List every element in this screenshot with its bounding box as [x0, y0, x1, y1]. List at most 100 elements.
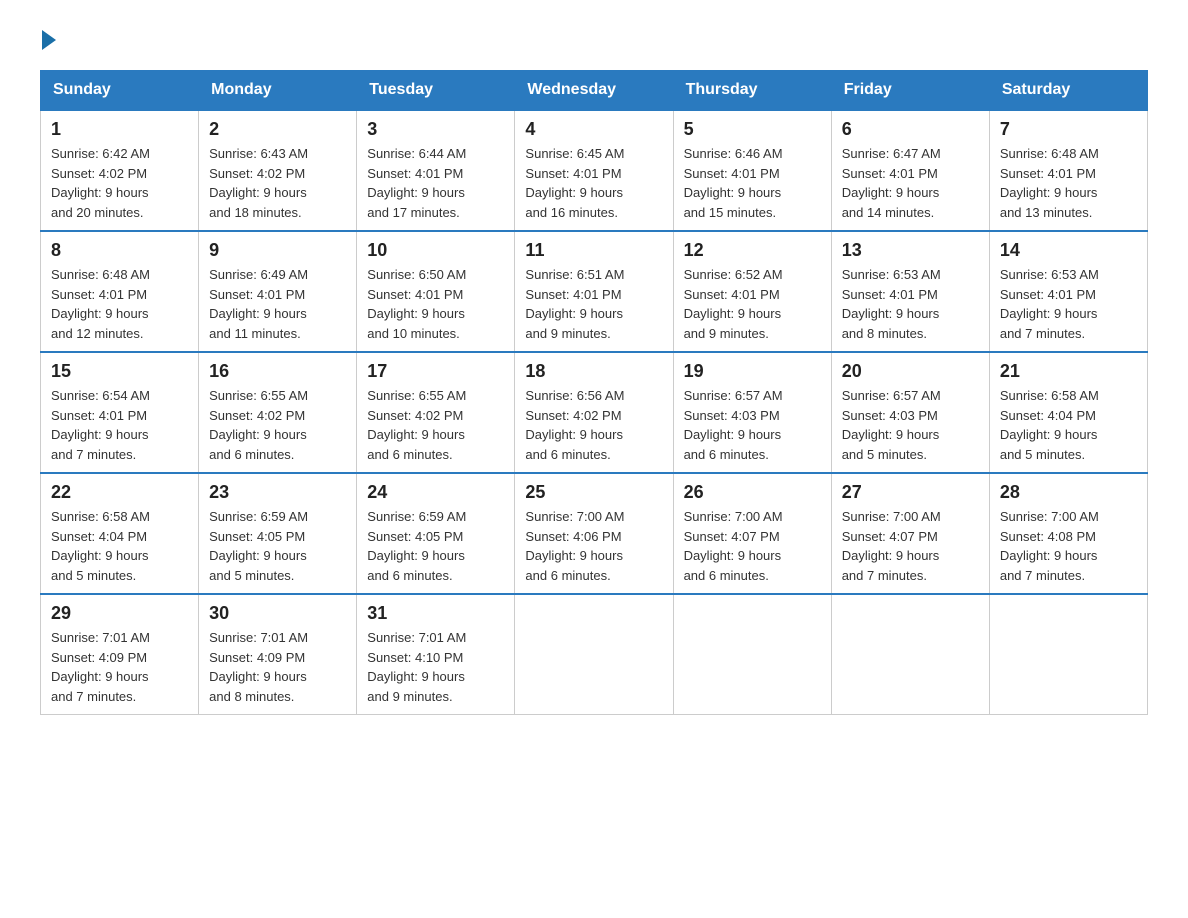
- day-info: Sunrise: 6:51 AM Sunset: 4:01 PM Dayligh…: [525, 265, 662, 343]
- day-info: Sunrise: 7:00 AM Sunset: 4:07 PM Dayligh…: [684, 507, 821, 585]
- day-number: 27: [842, 482, 979, 503]
- day-info: Sunrise: 7:01 AM Sunset: 4:10 PM Dayligh…: [367, 628, 504, 706]
- day-info: Sunrise: 6:48 AM Sunset: 4:01 PM Dayligh…: [1000, 144, 1137, 222]
- day-info: Sunrise: 7:00 AM Sunset: 4:07 PM Dayligh…: [842, 507, 979, 585]
- page-header: [40, 30, 1148, 50]
- day-header-wednesday: Wednesday: [515, 71, 673, 111]
- calendar-cell: 3 Sunrise: 6:44 AM Sunset: 4:01 PM Dayli…: [357, 110, 515, 231]
- day-header-saturday: Saturday: [989, 71, 1147, 111]
- day-header-sunday: Sunday: [41, 71, 199, 111]
- day-number: 21: [1000, 361, 1137, 382]
- day-number: 14: [1000, 240, 1137, 261]
- calendar-cell: 25 Sunrise: 7:00 AM Sunset: 4:06 PM Dayl…: [515, 473, 673, 594]
- day-number: 15: [51, 361, 188, 382]
- day-info: Sunrise: 6:44 AM Sunset: 4:01 PM Dayligh…: [367, 144, 504, 222]
- day-number: 20: [842, 361, 979, 382]
- calendar-cell: 13 Sunrise: 6:53 AM Sunset: 4:01 PM Dayl…: [831, 231, 989, 352]
- day-info: Sunrise: 6:43 AM Sunset: 4:02 PM Dayligh…: [209, 144, 346, 222]
- day-number: 29: [51, 603, 188, 624]
- day-number: 16: [209, 361, 346, 382]
- day-number: 28: [1000, 482, 1137, 503]
- calendar-week-1: 1 Sunrise: 6:42 AM Sunset: 4:02 PM Dayli…: [41, 110, 1148, 231]
- day-number: 10: [367, 240, 504, 261]
- calendar-cell: [989, 594, 1147, 715]
- day-number: 17: [367, 361, 504, 382]
- day-header-thursday: Thursday: [673, 71, 831, 111]
- calendar-week-2: 8 Sunrise: 6:48 AM Sunset: 4:01 PM Dayli…: [41, 231, 1148, 352]
- day-number: 24: [367, 482, 504, 503]
- calendar-week-4: 22 Sunrise: 6:58 AM Sunset: 4:04 PM Dayl…: [41, 473, 1148, 594]
- calendar-cell: 7 Sunrise: 6:48 AM Sunset: 4:01 PM Dayli…: [989, 110, 1147, 231]
- calendar-week-5: 29 Sunrise: 7:01 AM Sunset: 4:09 PM Dayl…: [41, 594, 1148, 715]
- day-info: Sunrise: 6:56 AM Sunset: 4:02 PM Dayligh…: [525, 386, 662, 464]
- calendar-cell: 26 Sunrise: 7:00 AM Sunset: 4:07 PM Dayl…: [673, 473, 831, 594]
- day-number: 26: [684, 482, 821, 503]
- day-number: 25: [525, 482, 662, 503]
- calendar-cell: 8 Sunrise: 6:48 AM Sunset: 4:01 PM Dayli…: [41, 231, 199, 352]
- day-number: 5: [684, 119, 821, 140]
- day-number: 4: [525, 119, 662, 140]
- day-number: 19: [684, 361, 821, 382]
- day-info: Sunrise: 6:47 AM Sunset: 4:01 PM Dayligh…: [842, 144, 979, 222]
- day-number: 30: [209, 603, 346, 624]
- day-header-friday: Friday: [831, 71, 989, 111]
- logo-arrow-icon: [42, 30, 56, 50]
- day-number: 31: [367, 603, 504, 624]
- calendar-cell: 14 Sunrise: 6:53 AM Sunset: 4:01 PM Dayl…: [989, 231, 1147, 352]
- calendar-header-row: SundayMondayTuesdayWednesdayThursdayFrid…: [41, 71, 1148, 111]
- calendar-cell: 17 Sunrise: 6:55 AM Sunset: 4:02 PM Dayl…: [357, 352, 515, 473]
- logo: [40, 30, 56, 50]
- day-info: Sunrise: 6:55 AM Sunset: 4:02 PM Dayligh…: [209, 386, 346, 464]
- day-info: Sunrise: 6:50 AM Sunset: 4:01 PM Dayligh…: [367, 265, 504, 343]
- day-info: Sunrise: 6:58 AM Sunset: 4:04 PM Dayligh…: [1000, 386, 1137, 464]
- calendar-cell: [673, 594, 831, 715]
- day-number: 7: [1000, 119, 1137, 140]
- calendar-cell: 1 Sunrise: 6:42 AM Sunset: 4:02 PM Dayli…: [41, 110, 199, 231]
- calendar-cell: 31 Sunrise: 7:01 AM Sunset: 4:10 PM Dayl…: [357, 594, 515, 715]
- day-info: Sunrise: 6:54 AM Sunset: 4:01 PM Dayligh…: [51, 386, 188, 464]
- day-info: Sunrise: 6:57 AM Sunset: 4:03 PM Dayligh…: [842, 386, 979, 464]
- calendar-cell: 6 Sunrise: 6:47 AM Sunset: 4:01 PM Dayli…: [831, 110, 989, 231]
- calendar-cell: 23 Sunrise: 6:59 AM Sunset: 4:05 PM Dayl…: [199, 473, 357, 594]
- calendar-cell: 24 Sunrise: 6:59 AM Sunset: 4:05 PM Dayl…: [357, 473, 515, 594]
- calendar-cell: [831, 594, 989, 715]
- day-info: Sunrise: 7:01 AM Sunset: 4:09 PM Dayligh…: [51, 628, 188, 706]
- day-info: Sunrise: 6:53 AM Sunset: 4:01 PM Dayligh…: [1000, 265, 1137, 343]
- day-number: 11: [525, 240, 662, 261]
- calendar-cell: 5 Sunrise: 6:46 AM Sunset: 4:01 PM Dayli…: [673, 110, 831, 231]
- day-info: Sunrise: 6:57 AM Sunset: 4:03 PM Dayligh…: [684, 386, 821, 464]
- calendar-cell: 21 Sunrise: 6:58 AM Sunset: 4:04 PM Dayl…: [989, 352, 1147, 473]
- calendar-cell: 16 Sunrise: 6:55 AM Sunset: 4:02 PM Dayl…: [199, 352, 357, 473]
- day-info: Sunrise: 6:48 AM Sunset: 4:01 PM Dayligh…: [51, 265, 188, 343]
- day-info: Sunrise: 7:00 AM Sunset: 4:08 PM Dayligh…: [1000, 507, 1137, 585]
- day-number: 6: [842, 119, 979, 140]
- day-info: Sunrise: 6:42 AM Sunset: 4:02 PM Dayligh…: [51, 144, 188, 222]
- day-info: Sunrise: 6:49 AM Sunset: 4:01 PM Dayligh…: [209, 265, 346, 343]
- day-info: Sunrise: 7:01 AM Sunset: 4:09 PM Dayligh…: [209, 628, 346, 706]
- calendar-cell: 18 Sunrise: 6:56 AM Sunset: 4:02 PM Dayl…: [515, 352, 673, 473]
- day-number: 8: [51, 240, 188, 261]
- calendar-cell: 30 Sunrise: 7:01 AM Sunset: 4:09 PM Dayl…: [199, 594, 357, 715]
- day-info: Sunrise: 6:52 AM Sunset: 4:01 PM Dayligh…: [684, 265, 821, 343]
- calendar-cell: 19 Sunrise: 6:57 AM Sunset: 4:03 PM Dayl…: [673, 352, 831, 473]
- day-number: 3: [367, 119, 504, 140]
- day-header-tuesday: Tuesday: [357, 71, 515, 111]
- calendar-cell: 20 Sunrise: 6:57 AM Sunset: 4:03 PM Dayl…: [831, 352, 989, 473]
- day-number: 18: [525, 361, 662, 382]
- day-info: Sunrise: 6:59 AM Sunset: 4:05 PM Dayligh…: [209, 507, 346, 585]
- calendar-cell: 28 Sunrise: 7:00 AM Sunset: 4:08 PM Dayl…: [989, 473, 1147, 594]
- calendar-week-3: 15 Sunrise: 6:54 AM Sunset: 4:01 PM Dayl…: [41, 352, 1148, 473]
- calendar-cell: 27 Sunrise: 7:00 AM Sunset: 4:07 PM Dayl…: [831, 473, 989, 594]
- calendar-cell: [515, 594, 673, 715]
- day-number: 13: [842, 240, 979, 261]
- day-number: 9: [209, 240, 346, 261]
- day-header-monday: Monday: [199, 71, 357, 111]
- calendar-cell: 2 Sunrise: 6:43 AM Sunset: 4:02 PM Dayli…: [199, 110, 357, 231]
- day-number: 1: [51, 119, 188, 140]
- day-number: 22: [51, 482, 188, 503]
- calendar-cell: 22 Sunrise: 6:58 AM Sunset: 4:04 PM Dayl…: [41, 473, 199, 594]
- calendar-cell: 4 Sunrise: 6:45 AM Sunset: 4:01 PM Dayli…: [515, 110, 673, 231]
- calendar-cell: 9 Sunrise: 6:49 AM Sunset: 4:01 PM Dayli…: [199, 231, 357, 352]
- calendar-cell: 15 Sunrise: 6:54 AM Sunset: 4:01 PM Dayl…: [41, 352, 199, 473]
- day-info: Sunrise: 6:46 AM Sunset: 4:01 PM Dayligh…: [684, 144, 821, 222]
